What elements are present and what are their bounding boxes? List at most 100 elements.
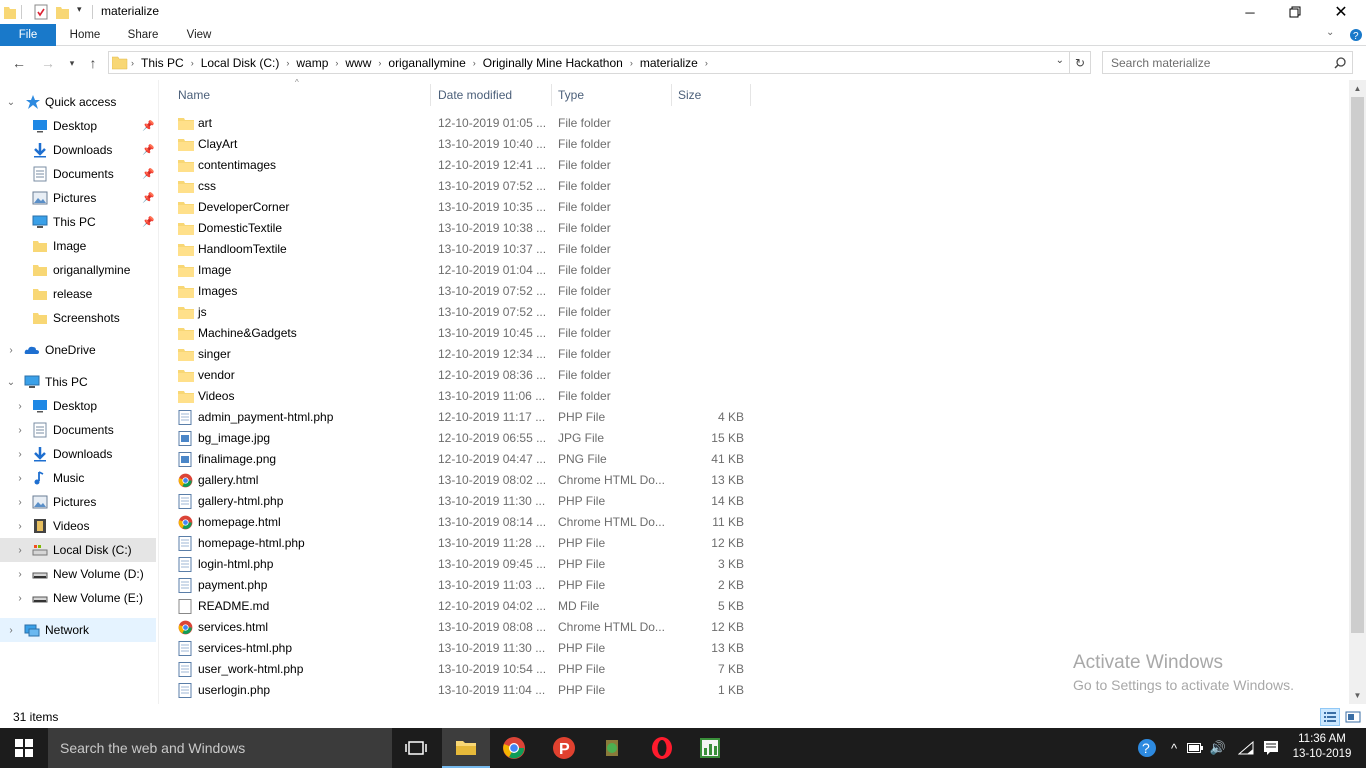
file-row[interactable]: README.md 12-10-2019 04:02 ... MD File 5 KB — [166, 596, 756, 617]
search-box[interactable]: Search materialize — [1102, 51, 1353, 74]
file-row[interactable]: services-html.php 13-10-2019 11:30 ... PHP… — [166, 638, 756, 659]
help-icon[interactable]: ? — [1349, 28, 1363, 42]
expand-ribbon-icon[interactable]: ⌄ — [1326, 27, 1334, 38]
taskbar-app-chart[interactable] — [686, 728, 734, 768]
volume-tray-icon[interactable]: 🔊 — [1208, 728, 1228, 768]
breadcrumb-item[interactable]: This PC — [134, 56, 191, 70]
nav-item-downloads[interactable]: Downloads 📌 — [0, 138, 156, 162]
nav-this-pc[interactable]: ⌄ This PC — [0, 370, 156, 394]
customize-quick-access-icon[interactable]: ▾ — [77, 4, 82, 15]
file-row[interactable]: ClayArt 13-10-2019 10:40 ... File folder — [166, 134, 756, 155]
close-button[interactable]: ✕ — [1318, 0, 1364, 24]
file-row[interactable]: css 13-10-2019 07:52 ... File folder — [166, 176, 756, 197]
tab-home[interactable]: Home — [62, 24, 108, 46]
nav-pc-videos[interactable]: › Videos — [0, 514, 156, 538]
chevron-right-icon[interactable]: › — [15, 545, 25, 556]
new-folder-icon[interactable] — [56, 4, 70, 20]
breadcrumb-item[interactable]: materialize — [633, 56, 705, 70]
chevron-right-icon[interactable]: › — [6, 345, 16, 356]
column-name[interactable]: Name — [172, 84, 430, 106]
nav-pc-volume-d[interactable]: › New Volume (D:) — [0, 562, 156, 586]
taskbar-clock[interactable]: 11:36 AM 13-10-2019 — [1290, 732, 1354, 762]
vertical-scrollbar[interactable]: ▲ ▼ — [1349, 80, 1366, 704]
nav-item-release[interactable]: release — [0, 282, 156, 306]
file-row[interactable]: Image 12-10-2019 01:04 ... File folder — [166, 260, 756, 281]
tab-share[interactable]: Share — [120, 24, 166, 46]
chevron-right-icon[interactable]: › — [15, 473, 25, 484]
breadcrumb-item[interactable]: origanallymine — [381, 56, 472, 70]
chevron-right-icon[interactable]: › — [15, 521, 25, 532]
nav-pc-documents[interactable]: › Documents — [0, 418, 156, 442]
address-bar[interactable]: › This PC › Local Disk (C:) › wamp › www… — [108, 51, 1070, 74]
column-divider[interactable] — [430, 84, 431, 106]
tab-view[interactable]: View — [176, 24, 222, 46]
nav-item-this-pc-quick[interactable]: This PC 📌 — [0, 210, 156, 234]
maximize-button[interactable] — [1272, 0, 1318, 24]
nav-onedrive[interactable]: › OneDrive — [0, 338, 156, 362]
chevron-right-icon[interactable]: › — [15, 425, 25, 436]
column-type[interactable]: Type — [552, 84, 670, 106]
action-center-button[interactable] — [1260, 728, 1282, 768]
chevron-down-icon[interactable]: ⌄ — [6, 377, 16, 388]
file-row[interactable]: userlogin.php 13-10-2019 11:04 ... PHP Fil… — [166, 680, 756, 701]
file-row[interactable]: DomesticTextile 13-10-2019 10:38 ... File … — [166, 218, 756, 239]
file-row[interactable]: login-html.php 13-10-2019 09:45 ... PHP Fi… — [166, 554, 756, 575]
taskbar-search[interactable]: Search the web and Windows — [48, 728, 392, 768]
properties-icon[interactable] — [33, 4, 49, 20]
pane-divider[interactable] — [158, 80, 159, 704]
nav-pc-music[interactable]: › Music — [0, 466, 156, 490]
nav-item-pictures[interactable]: Pictures 📌 — [0, 186, 156, 210]
battery-tray-icon[interactable] — [1186, 728, 1204, 768]
column-size[interactable]: Size — [672, 84, 750, 106]
chevron-right-icon[interactable]: › — [15, 569, 25, 580]
file-row[interactable]: HandloomTextile 13-10-2019 10:37 ... File … — [166, 239, 756, 260]
nav-network[interactable]: › Network — [0, 618, 156, 642]
help-tray-icon[interactable]: ? — [1136, 728, 1158, 768]
tab-file[interactable]: File — [0, 24, 56, 46]
nav-pc-local-disk[interactable]: › Local Disk (C:) — [0, 538, 156, 562]
up-button[interactable]: ↑ — [83, 53, 103, 73]
chevron-right-icon[interactable]: › — [15, 449, 25, 460]
file-row[interactable]: singer 12-10-2019 12:34 ... File folder — [166, 344, 756, 365]
chevron-right-icon[interactable]: › — [15, 593, 25, 604]
recent-locations-button[interactable]: ▾ — [62, 53, 82, 73]
breadcrumb-item[interactable]: wamp — [289, 56, 335, 70]
file-row[interactable]: Machine&Gadgets 13-10-2019 10:45 ... File … — [166, 323, 756, 344]
file-row[interactable]: contentimages 12-10-2019 12:41 ... File fo… — [166, 155, 756, 176]
taskbar-app-p[interactable]: P — [540, 728, 588, 768]
large-icons-view-button[interactable] — [1343, 708, 1363, 726]
nav-item-image[interactable]: Image — [0, 234, 156, 258]
file-row[interactable]: art 12-10-2019 01:05 ... File folder — [166, 113, 756, 134]
nav-pc-desktop[interactable]: › Desktop — [0, 394, 156, 418]
file-row[interactable]: user_work-html.php 13-10-2019 10:54 ... PH… — [166, 659, 756, 680]
scrollbar-thumb[interactable] — [1351, 97, 1364, 633]
breadcrumb-item[interactable]: Originally Mine Hackathon — [476, 56, 630, 70]
search-input[interactable]: Search materialize — [1111, 56, 1210, 70]
forward-button[interactable]: → — [38, 53, 58, 73]
chevron-right-icon[interactable]: › — [705, 58, 708, 68]
chevron-down-icon[interactable]: ⌄ — [6, 97, 16, 108]
details-view-button[interactable] — [1320, 708, 1340, 726]
wifi-tray-icon[interactable] — [1236, 728, 1256, 768]
file-row[interactable]: vendor 12-10-2019 08:36 ... File folder — [166, 365, 756, 386]
file-row[interactable]: bg_image.jpg 12-10-2019 06:55 ... JPG File… — [166, 428, 756, 449]
file-row[interactable]: gallery-html.php 13-10-2019 11:30 ... PHP … — [166, 491, 756, 512]
nav-pc-pictures[interactable]: › Pictures — [0, 490, 156, 514]
back-button[interactable]: ← — [9, 53, 29, 73]
start-button[interactable] — [0, 728, 48, 768]
file-row[interactable]: DeveloperCorner 13-10-2019 10:35 ... File … — [166, 197, 756, 218]
file-row[interactable]: homepage-html.php 13-10-2019 11:28 ... PHP… — [166, 533, 756, 554]
minimize-button[interactable]: ─ — [1227, 0, 1273, 24]
chevron-right-icon[interactable]: › — [6, 625, 16, 636]
nav-pc-downloads[interactable]: › Downloads — [0, 442, 156, 466]
nav-item-documents[interactable]: Documents 📌 — [0, 162, 156, 186]
file-row[interactable]: admin_payment-html.php 12-10-2019 11:17 .… — [166, 407, 756, 428]
taskbar-app-tools[interactable] — [588, 728, 636, 768]
nav-quick-access[interactable]: ⌄ Quick access — [0, 90, 156, 114]
file-row[interactable]: Videos 13-10-2019 11:06 ... File folder — [166, 386, 756, 407]
task-view-button[interactable] — [392, 728, 440, 768]
nav-item-screenshots[interactable]: Screenshots — [0, 306, 156, 330]
file-row[interactable]: services.html 13-10-2019 08:08 ... Chrome … — [166, 617, 756, 638]
file-row[interactable]: finalimage.png 12-10-2019 04:47 ... PNG Fi… — [166, 449, 756, 470]
nav-item-origanallymine[interactable]: origanallymine — [0, 258, 156, 282]
